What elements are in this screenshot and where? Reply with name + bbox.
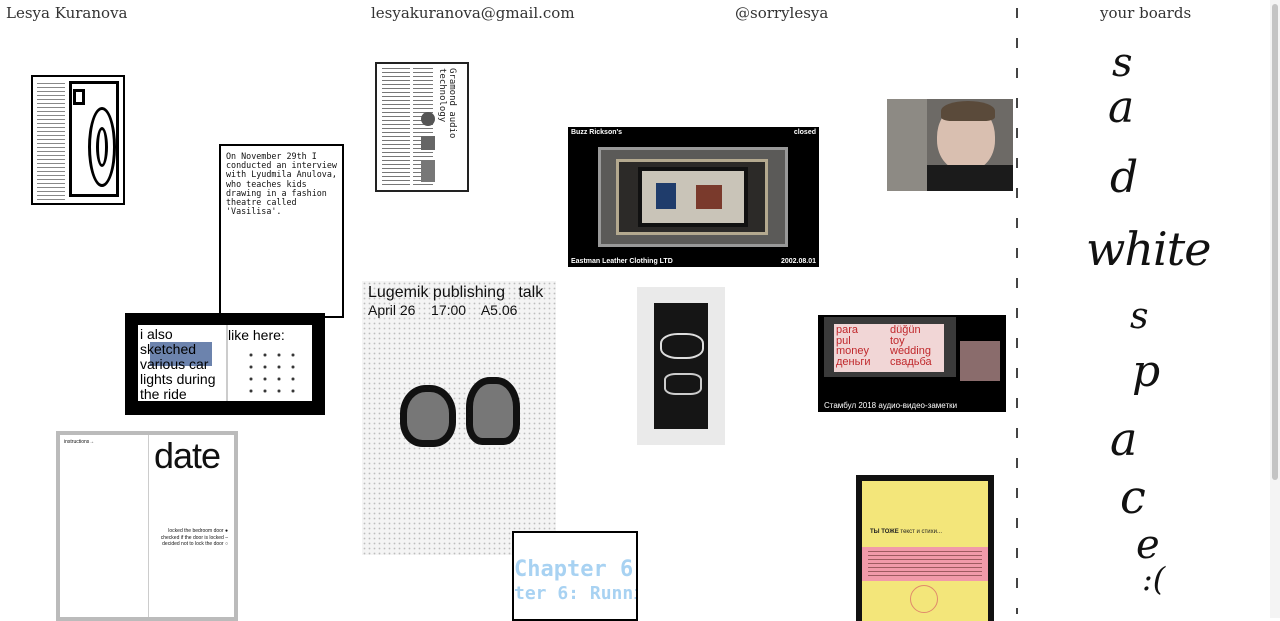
book-symbol-graphic [910,585,938,613]
interview-note-card[interactable]: On November 29th I conducted an intervie… [219,144,344,318]
shirt-graphic [927,165,1013,191]
store-interior-photo [638,167,748,227]
print-figure-graphic [664,373,702,395]
portrait-photo-card[interactable] [887,99,1013,191]
handwritten-word: white [1086,222,1211,276]
handwritten-letter: d [1110,152,1139,203]
chapter-line-2: ter 6: Runnir [514,583,636,604]
linocut-print-card[interactable] [637,287,725,445]
slide-panel: para pul money деньги düğün toy wedding … [834,324,944,372]
date-zine-card[interactable]: instructions→ date locked the bedroom do… [56,431,238,621]
handwritten-letter: s [1112,40,1133,86]
device-photo [421,160,435,182]
istanbul-caption: Стамбул 2018 аудио-видео-заметки [824,401,958,410]
book-band-text [868,551,982,577]
buzz-bottom-right: 2002.08.01 [780,258,816,265]
sketchbook-spread: i also sketched various car lights durin… [138,325,312,402]
email-link[interactable]: lesyakuranova@gmail.com [371,4,575,22]
sidebar-divider [1016,8,1018,614]
hair-graphic [941,101,995,121]
scrollbar-thumb[interactable] [1272,4,1278,480]
istanbul-notes-card[interactable]: para pul money деньги düğün toy wedding … [818,315,1006,412]
gramond-title: Gramond audio technology [437,68,457,139]
buzz-top-right: closed [793,129,816,136]
grain-texture [362,281,556,555]
mask-right-graphic [466,377,520,445]
interview-text: On November 29th I conducted an intervie… [226,151,337,217]
text-columns-graphic [37,83,65,201]
handwritten-letter: p [1132,346,1161,397]
istanbul-right-words: düğün toy wedding свадьба [890,324,932,368]
your-boards-link[interactable]: your boards [1100,4,1191,22]
linocut-print-image [654,303,708,429]
sketch-left-text: i also sketched various car lights durin… [140,326,216,402]
lens-inner-graphic [96,127,108,167]
vertical-scrollbar[interactable] [1270,0,1280,618]
device-photo [421,136,435,150]
gramond-audio-card[interactable]: Gramond audio technology [375,62,469,192]
author-name[interactable]: Lesya Kuranova [6,4,127,22]
camera-window-graphic [73,89,85,105]
date-body: locked the bedroom door ● checked if the… [160,528,228,547]
car-light-doodles [244,349,304,395]
book-title-sub: текст и стихи... [900,529,943,535]
chapter-6-card[interactable]: Chapter 6: ter 6: Runnir [512,531,638,621]
car-lights-sketch-card[interactable]: i also sketched various car lights durin… [125,313,325,415]
building-background [887,99,927,191]
speaker-photo [421,112,435,126]
handwritten-letter: a [1110,412,1138,466]
yellow-book-card[interactable]: ТЫ ТОЖЕ текст и стихи... [856,475,994,621]
buzz-top-left: Buzz Rickson's [571,129,623,136]
buzz-bottom-left: Eastman Leather Clothing LTD [571,258,673,265]
handwritten-letter: s [1130,296,1149,337]
print-figure-graphic [660,333,704,359]
page-fold-divider [148,435,149,617]
istanbul-thumbnail [960,341,1000,381]
date-title: date [154,435,221,476]
lugemik-title: Lugemik publishing talk [368,284,544,301]
lugemik-subtitle: April 26 17:00 A5.06 [368,302,518,318]
handwritten-letter: c [1120,470,1146,524]
istanbul-left-words: para pul money деньги [836,324,871,368]
clothes-rack-graphic [656,183,676,209]
lugemik-poster-card[interactable]: Lugemik publishing talk April 26 17:00 A… [362,281,556,555]
mask-left-graphic [400,385,456,447]
clothes-rack-graphic [696,185,722,209]
buzz-ricksons-card[interactable]: Buzz Rickson's closed Eastman Leather Cl… [568,127,819,267]
handwritten-letter: a [1108,82,1135,133]
date-instructions: instructions→ [64,439,95,445]
text-column-graphic [382,68,410,186]
sketch-right-text: like here: [228,327,285,343]
handwritten-sad-face: :( [1142,560,1166,598]
handle-link[interactable]: @sorrylesya [735,4,828,22]
camera-doc-card[interactable] [31,75,125,205]
book-title: ТЫ ТОЖЕ текст и стихи... [870,529,942,535]
book-title-main: ТЫ ТОЖЕ [870,529,899,535]
chapter-line-1: Chapter 6: [514,557,638,582]
book-cover: ТЫ ТОЖЕ текст и стихи... [862,481,988,621]
